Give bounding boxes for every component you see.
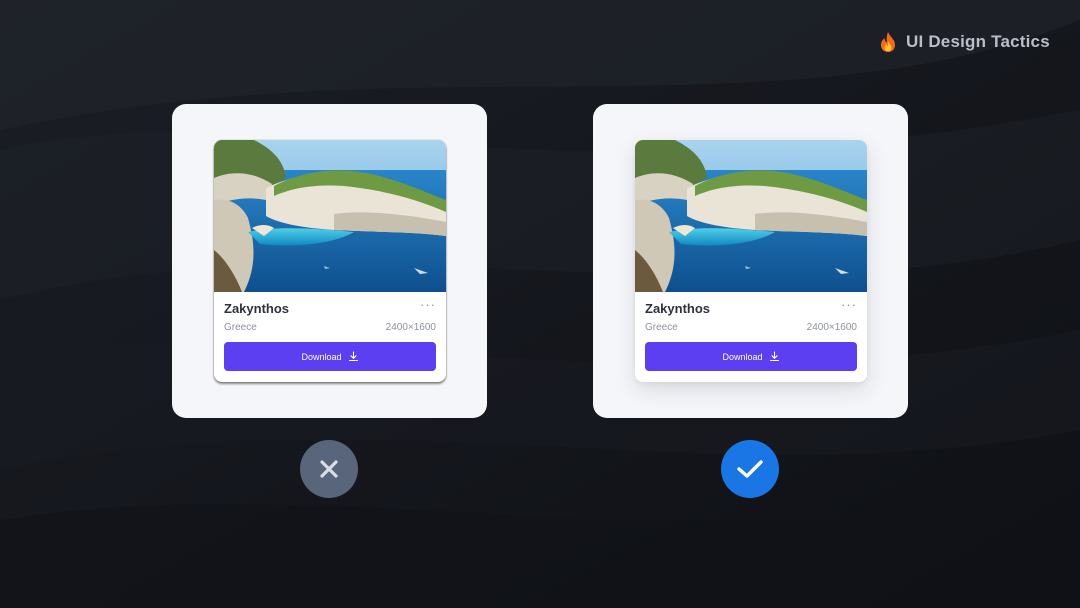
card-body: Zakynthos ··· Greece 2400×1600 Download [635,292,867,382]
brand: UI Design Tactics [878,31,1050,53]
fire-icon [881,32,895,52]
background [0,0,1080,608]
card-location: Greece [645,322,678,333]
image-card: Zakynthos ··· Greece 2400×1600 Download [635,140,867,382]
x-icon [320,460,338,478]
incorrect-example-panel: Zakynthos ··· Greece 2400×1600 Download [172,104,487,418]
card-dimensions: 2400×1600 [385,322,436,333]
card-body: Zakynthos ··· Greece 2400×1600 Download [214,292,446,382]
card-title: Zakynthos [645,301,711,316]
card-photo [214,140,446,292]
card-location: Greece [224,322,257,333]
card-title: Zakynthos [224,301,290,316]
correct-example-panel: Zakynthos ··· Greece 2400×1600 Download [593,104,908,418]
check-icon [737,460,763,478]
download-button[interactable]: Download [645,342,857,371]
download-button-label: Download [301,351,342,362]
download-icon [348,351,358,362]
card-dimensions: 2400×1600 [806,322,857,333]
more-options-icon[interactable]: ··· [841,298,857,311]
image-card: Zakynthos ··· Greece 2400×1600 Download [214,140,446,382]
brand-name: UI Design Tactics [906,32,1050,51]
download-icon [769,351,779,362]
download-button-label: Download [722,351,763,362]
correct-badge [721,440,779,498]
more-options-icon[interactable]: ··· [420,298,436,311]
incorrect-badge [300,440,358,498]
download-button[interactable]: Download [224,342,436,371]
card-photo [635,140,867,292]
